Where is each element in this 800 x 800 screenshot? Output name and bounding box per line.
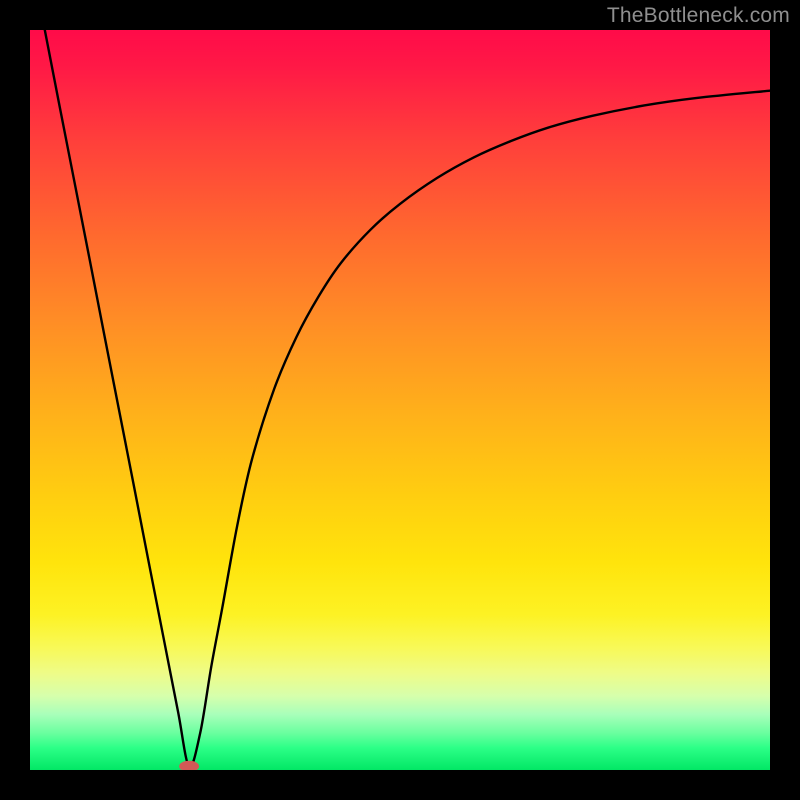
plot-area — [30, 30, 770, 770]
watermark-text: TheBottleneck.com — [607, 4, 790, 28]
minimum-marker — [179, 761, 199, 770]
curve-svg — [30, 30, 770, 770]
chart-frame: TheBottleneck.com — [0, 0, 800, 800]
bottleneck-curve — [45, 30, 770, 767]
